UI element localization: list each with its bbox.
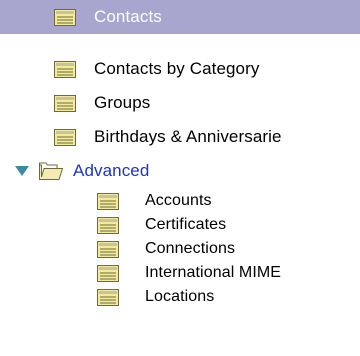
tree-item-label: Accounts (145, 192, 212, 209)
tree-item-label: Contacts (94, 7, 162, 26)
tree-folder-advanced[interactable]: Advanced (0, 154, 360, 188)
tree-item-locations[interactable]: Locations (0, 285, 360, 309)
outline-view: Contacts Contacts by Category Groups Bir… (0, 0, 360, 356)
view-icon (97, 264, 119, 282)
tree-item-contacts-by-category[interactable]: Contacts by Category (0, 52, 360, 86)
view-icon (54, 8, 76, 26)
tree-item-label: Birthdays & Anniversarie (94, 127, 282, 146)
tree-item-accounts[interactable]: Accounts (0, 189, 360, 213)
view-icon (54, 128, 76, 146)
view-icon (97, 288, 119, 306)
tree-item-birthdays-anniversaries[interactable]: Birthdays & Anniversarie (0, 120, 360, 154)
expand-arrow-icon[interactable] (15, 166, 29, 176)
tree-item-label: Groups (94, 93, 151, 112)
view-icon (54, 60, 76, 78)
tree-folder-label: Advanced (73, 161, 150, 180)
view-icon (54, 94, 76, 112)
tree-item-label: Certificates (145, 216, 227, 233)
tree-item-label: Connections (145, 240, 236, 257)
tree-item-label: Locations (145, 288, 215, 305)
tree-item-contacts[interactable]: Contacts (0, 0, 360, 34)
tree-item-certificates[interactable]: Certificates (0, 213, 360, 237)
tree-item-groups[interactable]: Groups (0, 86, 360, 120)
folder-icon (39, 162, 63, 180)
tree-item-label: International MIME (145, 264, 282, 281)
view-icon (97, 216, 119, 234)
tree-item-international-mime[interactable]: International MIME (0, 261, 360, 285)
tree-item-label: Contacts by Category (94, 59, 260, 78)
view-icon (97, 240, 119, 258)
view-icon (97, 192, 119, 210)
tree-item-connections[interactable]: Connections (0, 237, 360, 261)
